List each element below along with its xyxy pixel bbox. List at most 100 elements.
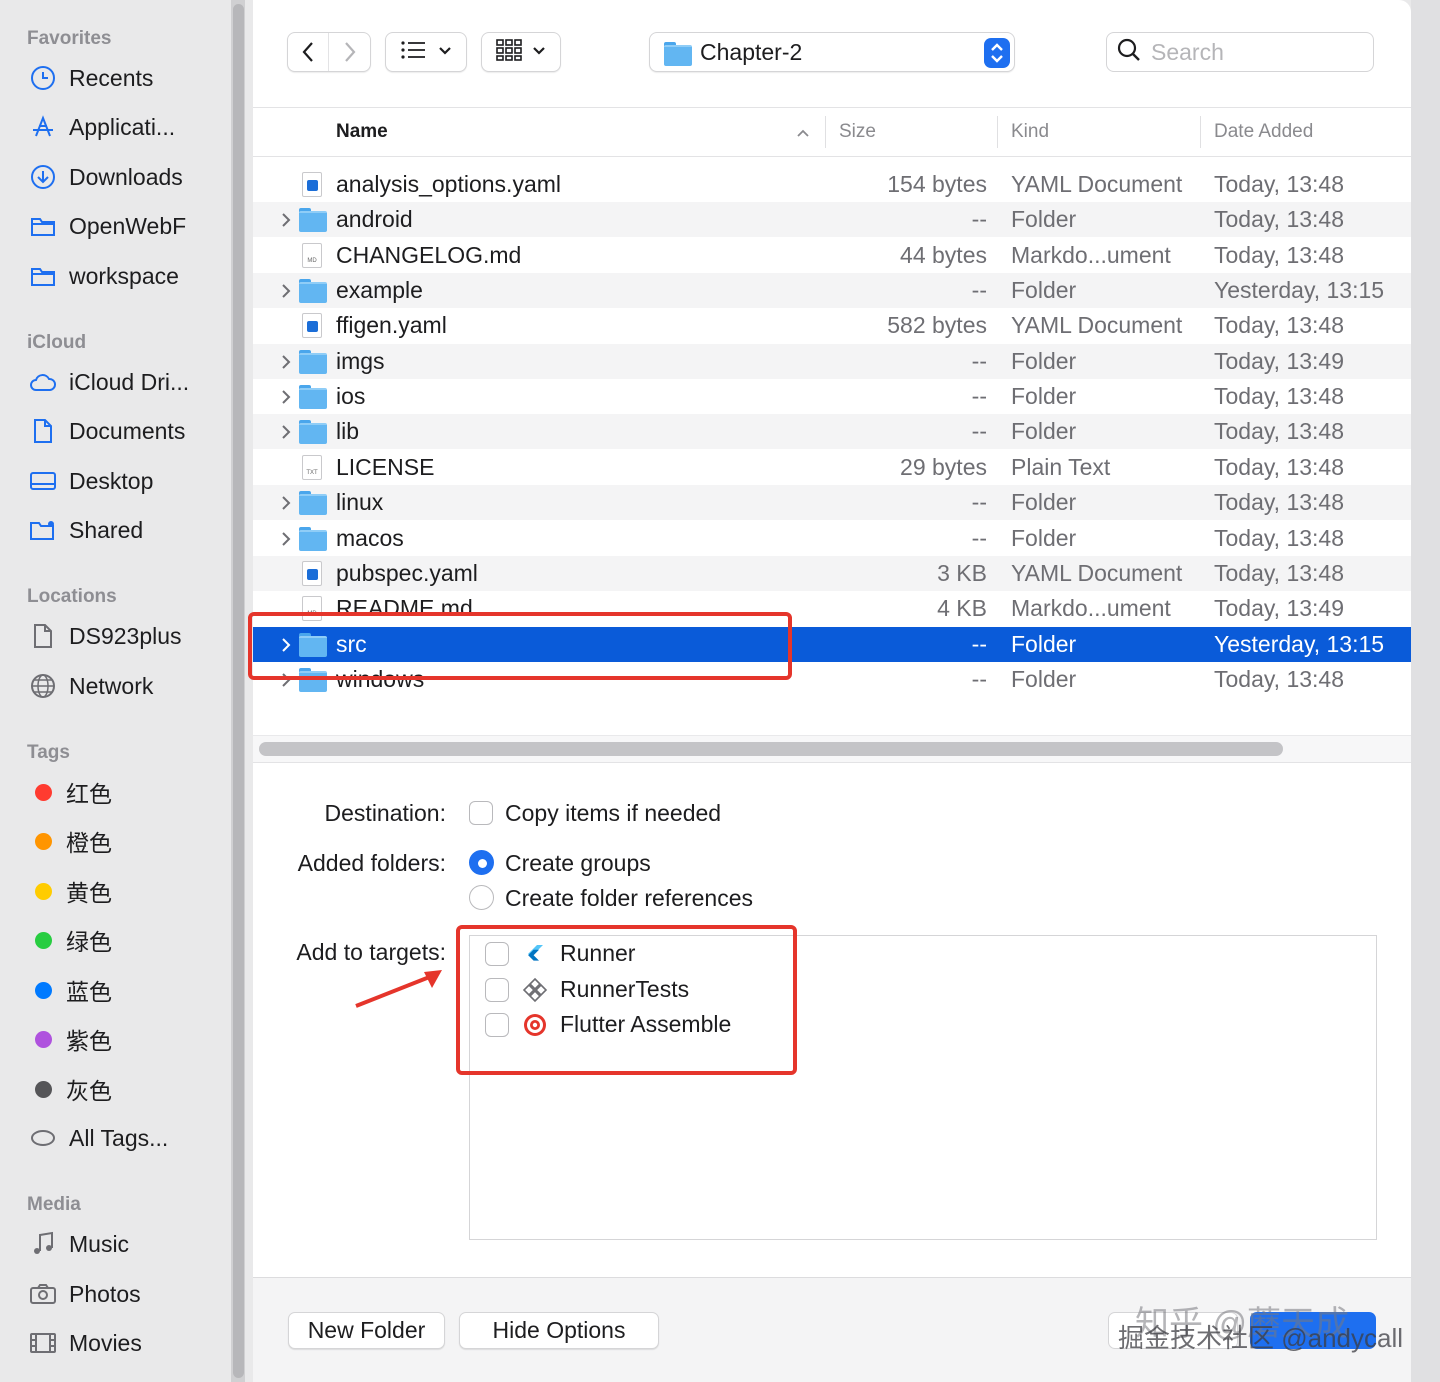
sidebar-item-workspace[interactable]: workspace xyxy=(28,256,179,296)
disclosure-triangle-icon[interactable] xyxy=(279,379,293,414)
folder-icon xyxy=(299,207,327,232)
column-separator[interactable] xyxy=(825,116,826,148)
column-header-kind[interactable]: Kind xyxy=(1011,108,1049,156)
file-size: -- xyxy=(971,525,987,551)
sidebar-tag-green[interactable]: 绿色 xyxy=(28,920,112,960)
current-folder-label: Chapter-2 xyxy=(700,38,803,65)
file-row[interactable]: analysis_options.yaml 154 bytes YAML Docum… xyxy=(253,167,1411,202)
file-row[interactable]: ios -- Folder Today, 13:48 xyxy=(253,379,1411,414)
column-header-name[interactable]: Name xyxy=(336,108,388,156)
file-row[interactable]: ffigen.yaml 582 bytes YAML Document Today, … xyxy=(253,308,1411,343)
copy-items-checkbox[interactable] xyxy=(469,801,493,825)
sidebar-item-network[interactable]: Network xyxy=(28,666,153,706)
create-folder-references-label[interactable]: Create folder references xyxy=(505,885,753,912)
sidebar-tag-purple[interactable]: 紫色 xyxy=(28,1019,112,1059)
sidebar-item-ds923plus[interactable]: DS923plus xyxy=(28,616,182,656)
tag-dot-icon xyxy=(35,1080,52,1098)
sidebar-item-shared[interactable]: Shared xyxy=(28,510,143,550)
file-row[interactable]: lib -- Folder Today, 13:48 xyxy=(253,414,1411,449)
document-icon xyxy=(28,416,58,446)
file-date-added: Today, 13:48 xyxy=(1214,312,1345,338)
file-kind: Folder xyxy=(1011,666,1077,692)
search-input[interactable] xyxy=(1151,38,1351,66)
chevron-left-icon[interactable] xyxy=(288,33,330,71)
sidebar-item-photos[interactable]: Photos xyxy=(28,1274,141,1314)
sidebar-item-openwebf[interactable]: OpenWebF xyxy=(28,206,186,246)
column-separator[interactable] xyxy=(1200,116,1201,148)
file-size: 4 KB xyxy=(937,595,987,621)
file-row[interactable]: android -- Folder Today, 13:48 xyxy=(253,202,1411,237)
search-icon xyxy=(1117,38,1141,67)
file-date-added: Today, 13:48 xyxy=(1214,454,1345,480)
disclosure-triangle-icon[interactable] xyxy=(279,521,293,556)
sidebar-item-icloud-drive[interactable]: iCloud Dri... xyxy=(28,362,189,402)
file-row[interactable]: linux -- Folder Today, 13:48 xyxy=(253,485,1411,520)
sidebar-tag-gray[interactable]: 灰色 xyxy=(28,1069,112,1109)
disclosure-triangle-icon[interactable] xyxy=(279,414,293,449)
tag-icon xyxy=(28,1123,58,1153)
file-row[interactable]: pubspec.yaml 3 KB YAML Document Today, 13:4… xyxy=(253,556,1411,591)
file-kind: Markdo...ument xyxy=(1011,242,1171,268)
sidebar-item-label: 橙色 xyxy=(66,830,112,856)
file-size: -- xyxy=(971,489,987,515)
file-row[interactable]: MD CHANGELOG.md 44 bytes Markdo...ument Toda… xyxy=(253,238,1411,273)
file-size: -- xyxy=(971,631,987,657)
sidebar-item-music[interactable]: Music xyxy=(28,1224,129,1264)
sidebar-tag-blue[interactable]: 蓝色 xyxy=(28,970,112,1010)
sidebar-item-label: OpenWebF xyxy=(69,212,187,239)
create-groups-label[interactable]: Create groups xyxy=(505,850,651,877)
column-separator[interactable] xyxy=(997,116,998,148)
file-kind: YAML Document xyxy=(1011,312,1183,338)
sidebar-item-documents[interactable]: Documents xyxy=(28,411,185,451)
file-size: -- xyxy=(971,348,987,374)
column-name-label: Name xyxy=(336,121,388,142)
column-date-label: Date Added xyxy=(1214,121,1314,142)
create-folder-references-radio[interactable] xyxy=(469,885,494,910)
sidebar-item-all-tags[interactable]: All Tags... xyxy=(28,1118,168,1158)
search-field[interactable] xyxy=(1106,32,1374,72)
sidebar-scrollbar-thumb[interactable] xyxy=(233,4,244,1378)
annotation-arrow-icon xyxy=(352,966,448,1015)
column-header-size[interactable]: Size xyxy=(839,108,876,156)
sidebar-item-downloads[interactable]: Downloads xyxy=(28,157,183,197)
disclosure-triangle-icon[interactable] xyxy=(279,273,293,308)
music-icon xyxy=(28,1229,58,1259)
yaml-file-icon xyxy=(299,313,327,338)
sidebar-tag-yellow[interactable]: 黄色 xyxy=(28,871,112,911)
copy-items-label[interactable]: Copy items if needed xyxy=(505,800,721,827)
file-row[interactable]: TXT LICENSE 29 bytes Plain Text Today, 13:48 xyxy=(253,450,1411,485)
sidebar-item-label: Network xyxy=(69,672,154,699)
column-header-date-added[interactable]: Date Added xyxy=(1214,108,1313,156)
file-kind: Folder xyxy=(1011,348,1077,374)
file-row[interactable]: example -- Folder Yesterday, 13:15 xyxy=(253,273,1411,308)
create-groups-radio[interactable] xyxy=(469,850,494,875)
folder-path-popup[interactable]: Chapter-2 xyxy=(649,32,1015,72)
sidebar-item-label: iCloud Dri... xyxy=(69,368,190,395)
chevron-down-icon xyxy=(532,43,546,61)
list-view-button[interactable] xyxy=(385,32,467,72)
sidebar-item-applications[interactable]: Applicati... xyxy=(28,107,175,147)
sidebar-item-recents[interactable]: Recents xyxy=(28,58,153,98)
sidebar-item-label: 黄色 xyxy=(66,880,112,906)
folder-icon xyxy=(299,384,327,409)
sidebar-item-movies[interactable]: Movies xyxy=(28,1323,142,1363)
file-row[interactable]: macos -- Folder Today, 13:48 xyxy=(253,521,1411,556)
grid-view-button[interactable] xyxy=(481,32,561,72)
folder-icon xyxy=(28,211,58,241)
sidebar-item-label: Music xyxy=(69,1230,130,1257)
horizontal-scrollbar-thumb[interactable] xyxy=(259,742,1283,756)
download-icon xyxy=(28,162,58,192)
sidebar-item-desktop[interactable]: Desktop xyxy=(28,461,153,501)
sidebar-tag-orange[interactable]: 橙色 xyxy=(28,821,112,861)
disclosure-triangle-icon[interactable] xyxy=(279,485,293,520)
disclosure-triangle-icon[interactable] xyxy=(279,344,293,379)
sidebar-tag-red[interactable]: 红色 xyxy=(28,772,112,812)
disclosure-triangle-icon[interactable] xyxy=(279,202,293,237)
folder-icon xyxy=(299,526,327,551)
hide-options-button[interactable]: Hide Options xyxy=(459,1312,659,1349)
chevron-right-icon[interactable] xyxy=(329,33,370,71)
file-name: linux xyxy=(336,489,384,515)
new-folder-button[interactable]: New Folder xyxy=(288,1312,445,1349)
file-row[interactable]: imgs -- Folder Today, 13:49 xyxy=(253,344,1411,379)
file-date-added: Today, 13:48 xyxy=(1214,560,1345,586)
